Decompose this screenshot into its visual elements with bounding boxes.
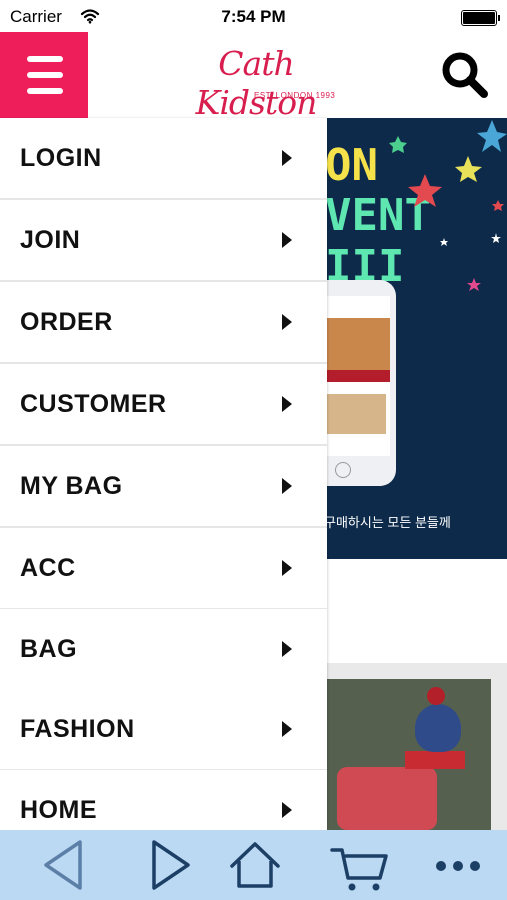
product-photo[interactable] bbox=[325, 679, 491, 830]
app-header: Cath Kidston EST. LONDON 1993 bbox=[0, 32, 507, 122]
menu-item-label: JOIN bbox=[20, 226, 81, 254]
chevron-right-icon bbox=[282, 478, 292, 494]
menu-item-order[interactable]: ORDER bbox=[0, 282, 327, 364]
status-bar: Carrier 7:54 PM bbox=[0, 0, 507, 32]
menu-item-acc[interactable]: ACC bbox=[0, 528, 327, 610]
chevron-right-icon bbox=[282, 641, 292, 657]
back-button[interactable] bbox=[20, 830, 110, 900]
search-button[interactable] bbox=[438, 48, 492, 102]
menu-item-label: ORDER bbox=[20, 308, 113, 336]
side-menu-drawer: LOGIN JOIN ORDER CUSTOMER MY BAG ACC BAG… bbox=[0, 118, 327, 830]
menu-button[interactable] bbox=[0, 32, 88, 118]
cart-button[interactable] bbox=[314, 830, 404, 900]
chevron-right-icon bbox=[282, 802, 292, 818]
chevron-right-icon bbox=[282, 232, 292, 248]
bottom-toolbar bbox=[0, 830, 507, 900]
logo-text: Cath Kidston bbox=[195, 44, 318, 122]
menu-item-label: CUSTOMER bbox=[20, 390, 167, 418]
clock: 7:54 PM bbox=[221, 7, 286, 26]
menu-item-home[interactable]: HOME bbox=[0, 770, 327, 830]
menu-item-customer[interactable]: CUSTOMER bbox=[0, 364, 327, 446]
more-button[interactable] bbox=[413, 830, 503, 900]
forward-button[interactable] bbox=[126, 830, 216, 900]
banner-caption: 구매하시는 모든 분들께 bbox=[324, 515, 451, 530]
menu-item-label: MY BAG bbox=[20, 472, 123, 500]
menu-item-join[interactable]: JOIN bbox=[0, 200, 327, 282]
battery-icon bbox=[461, 10, 500, 26]
forward-icon bbox=[152, 840, 190, 890]
logo-tagline: EST. LONDON 1993 bbox=[254, 91, 336, 100]
chevron-right-icon bbox=[282, 314, 292, 330]
chevron-right-icon bbox=[282, 721, 292, 737]
chevron-right-icon bbox=[282, 560, 292, 576]
menu-item-label: BAG bbox=[20, 635, 78, 663]
menu-item-login[interactable]: LOGIN bbox=[0, 118, 327, 200]
menu-item-label: HOME bbox=[20, 796, 97, 824]
menu-item-my-bag[interactable]: MY BAG bbox=[0, 446, 327, 528]
chevron-right-icon bbox=[282, 396, 292, 412]
menu-item-label: ACC bbox=[20, 554, 76, 582]
more-icon bbox=[436, 861, 480, 871]
menu-item-label: FASHION bbox=[20, 715, 135, 743]
chevron-right-icon bbox=[282, 150, 292, 166]
brand-logo[interactable]: Cath Kidston EST. LONDON 1993 bbox=[158, 40, 354, 122]
home-button[interactable] bbox=[210, 830, 300, 900]
cart-icon bbox=[330, 848, 388, 891]
menu-item-fashion[interactable]: FASHION bbox=[0, 689, 327, 771]
back-icon bbox=[44, 840, 82, 890]
menu-item-label: LOGIN bbox=[20, 144, 102, 172]
menu-item-bag[interactable]: BAG bbox=[0, 609, 327, 691]
search-icon bbox=[442, 52, 488, 98]
home-icon bbox=[230, 842, 280, 888]
